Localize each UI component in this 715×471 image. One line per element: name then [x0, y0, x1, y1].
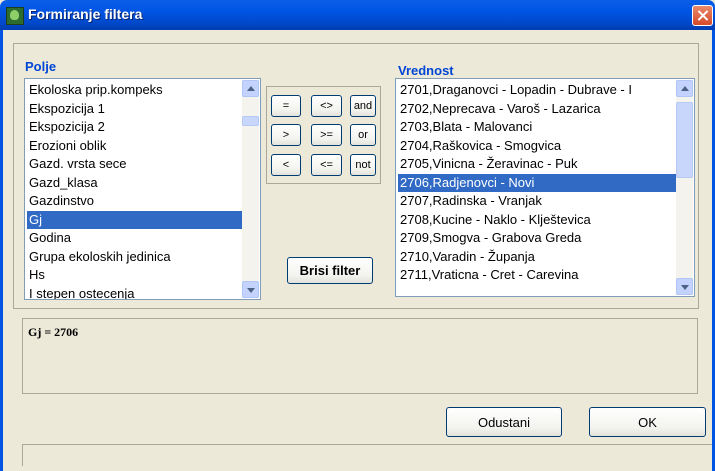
list-item[interactable]: 2707,Radinska - Vranjak [398, 192, 676, 211]
scroll-down-arrow-icon[interactable] [676, 278, 693, 295]
list-item[interactable]: 2709,Smogva - Grabova Greda [398, 229, 676, 248]
vrednost-listbox[interactable]: 2701,Draganovci - Lopadin - Dubrave - I2… [395, 78, 695, 297]
status-bar [22, 444, 712, 466]
list-item[interactable]: Hs [27, 266, 242, 285]
operator-not-button[interactable]: not [350, 154, 376, 176]
list-item[interactable]: Ekspozicija 2 [27, 118, 242, 137]
operator-greater-equal-button[interactable]: >= [311, 124, 342, 146]
operator-less-button[interactable]: < [271, 154, 301, 176]
title-bar[interactable]: Formiranje filtera [0, 0, 715, 30]
list-item[interactable]: 2704,Raškovica - Smogvica [398, 137, 676, 156]
list-item[interactable]: 2702,Neprecava - Varoš - Lazarica [398, 100, 676, 119]
polje-label: Polje [25, 59, 57, 74]
operator-and-button[interactable]: and [350, 95, 376, 117]
list-item[interactable]: Gazd_klasa [27, 174, 242, 193]
list-item[interactable]: Gazdinstvo [27, 192, 242, 211]
operator-greater-button[interactable]: > [271, 124, 301, 146]
app-tree-icon [6, 7, 24, 25]
list-item[interactable]: 2710,Varadin - Županja [398, 248, 676, 267]
polje-listbox[interactable]: Ekoloska prip.kompeks Ekspozicija 1 Ekspoz… [24, 78, 261, 300]
filter-expression-box: Gj = 2706 [22, 318, 698, 394]
list-item[interactable]: Ekspozicija 1 [27, 100, 242, 119]
list-item[interactable]: I stepen ostecenja [27, 285, 242, 300]
brisi-filter-button[interactable]: Brisi filter [287, 257, 373, 284]
list-item[interactable]: 2705,Vinicna - Žeravinac - Puk [398, 155, 676, 174]
scroll-down-arrow-icon[interactable] [242, 281, 259, 298]
list-item[interactable]: Erozioni oblik [27, 137, 242, 156]
list-item[interactable]: 2703,Blata - Malovanci [398, 118, 676, 137]
scroll-thumb[interactable] [242, 116, 259, 126]
ok-button[interactable]: OK [589, 407, 706, 437]
list-item[interactable]: 2701,Draganovci - Lopadin - Dubrave - I [398, 81, 676, 100]
list-item[interactable]: Gazd. vrsta sece [27, 155, 242, 174]
list-item[interactable]: Grupa ekoloskih jedinica [27, 248, 242, 267]
scroll-up-arrow-icon[interactable] [242, 80, 259, 97]
operator-equals-button[interactable]: = [271, 95, 301, 117]
vrednost-label: Vrednost [398, 63, 454, 78]
scroll-up-arrow-icon[interactable] [676, 80, 693, 97]
list-item[interactable]: Godina [27, 229, 242, 248]
polje-scrollbar[interactable] [242, 80, 259, 298]
list-item[interactable]: Gj [27, 210, 242, 229]
operator-not-equals-button[interactable]: <> [311, 95, 342, 117]
odustani-button[interactable]: Odustani [446, 407, 562, 437]
filter-expression: Gj = 2706 [28, 325, 79, 339]
operator-or-button[interactable]: or [350, 124, 376, 146]
close-button[interactable] [692, 5, 713, 26]
list-item[interactable]: 2711,Vraticna - Cret - Carevina [398, 266, 676, 285]
list-item[interactable]: 2706,Radjenovci - Novi [398, 173, 676, 192]
list-item[interactable]: 2708,Kucine - Naklo - Klještevica [398, 211, 676, 230]
operator-less-equal-button[interactable]: <= [311, 154, 342, 176]
vrednost-scrollbar[interactable] [676, 80, 693, 295]
scroll-thumb[interactable] [676, 102, 693, 178]
window-title: Formiranje filtera [28, 6, 143, 22]
list-item[interactable]: Ekoloska prip.kompeks [27, 81, 242, 100]
